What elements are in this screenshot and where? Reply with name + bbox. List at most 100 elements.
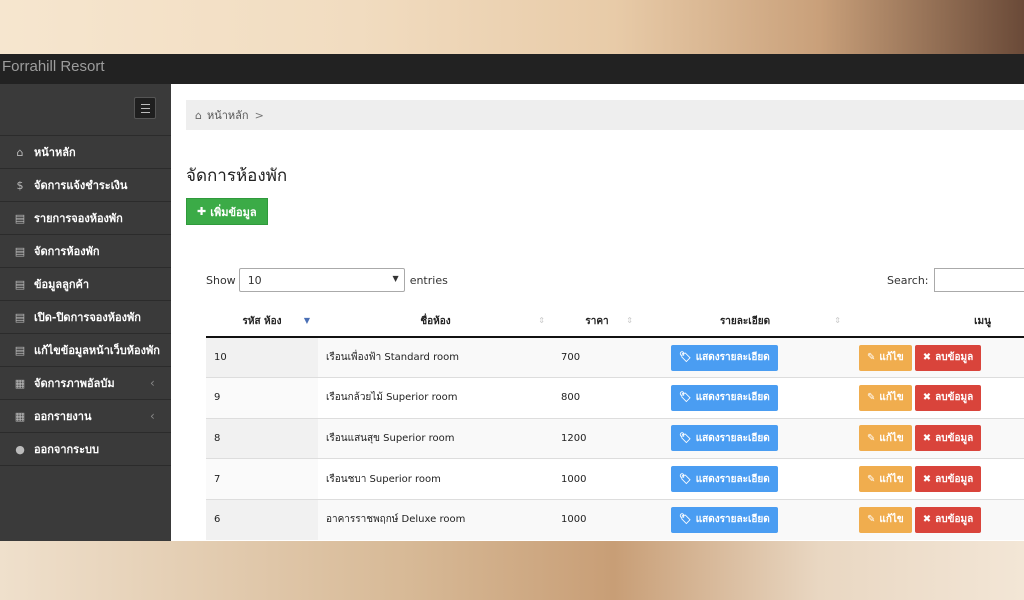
column-header-price[interactable]: ราคา ⇕ — [553, 307, 641, 338]
show-detail-button[interactable]: 🏷 แสดงรายละเอียด — [671, 384, 778, 411]
cell-menu: ✎ แก้ไข ✖ ลบข้อมูล — [849, 336, 1024, 378]
search-label: Search: — [887, 273, 929, 287]
close-icon: ✖ — [922, 352, 932, 364]
entries-select[interactable]: 10 ▼ — [238, 268, 405, 292]
entries-value: 10 — [247, 274, 262, 287]
edit-button[interactable]: ✎ แก้ไข — [859, 425, 912, 452]
sidebar-item-2[interactable]: $ จัดการแจ้งชำระเงิน — [0, 169, 171, 202]
show-detail-button[interactable]: 🏷 แสดงรายละเอียด — [671, 506, 778, 533]
sidebar-item-label: รายการจองห้องพัก — [34, 212, 123, 225]
cell-room-price: 1000 — [553, 458, 641, 500]
show-detail-label: แสดงรายละเอียด — [695, 514, 770, 526]
sidebar-item-label: ออกจากระบบ — [34, 443, 99, 456]
add-data-button[interactable]: ✚ เพิ่มข้อมูล — [186, 198, 268, 225]
close-icon: ✖ — [922, 432, 932, 444]
chevron-left-icon: ‹ — [150, 376, 155, 390]
delete-button[interactable]: ✖ ลบข้อมูล — [914, 506, 982, 533]
sidebar-item-4[interactable]: ▤ จัดการห้องพัก — [0, 235, 171, 268]
sort-icon: ⇕ — [538, 316, 545, 325]
cell-detail: 🏷 แสดงรายละเอียด — [641, 417, 849, 459]
cell-room-price: 800 — [553, 377, 641, 419]
caret-down-icon: ▼ — [392, 274, 399, 283]
sidebar-item-9[interactable]: ▦ ออกรายงาน ‹ — [0, 400, 171, 433]
cell-room-id: 10 — [206, 336, 318, 378]
book-icon: ▤ — [14, 310, 26, 324]
cell-room-id: 7 — [206, 458, 318, 500]
dollar-icon: $ — [16, 178, 24, 192]
sidebar-item-1[interactable]: ⌂ หน้าหลัก — [0, 136, 171, 169]
chevron-left-icon: ‹ — [150, 409, 155, 423]
sidebar-item-label: จัดการแจ้งชำระเงิน — [34, 179, 128, 192]
show-detail-label: แสดงรายละเอียด — [695, 392, 770, 404]
column-header-label: รายละเอียด — [719, 316, 771, 327]
table-row: 10 เรือนเพื่องฟ้า Standard room 700 🏷 แสดงรา… — [206, 336, 1024, 378]
show-detail-button[interactable]: 🏷 แสดงรายละเอียด — [671, 344, 778, 371]
background-bottom — [0, 541, 1024, 600]
menu-toggle-icon[interactable] — [134, 97, 156, 119]
sidebar-item-5[interactable]: ▤ ข้อมูลลูกค้า — [0, 268, 171, 301]
search-control: Search: — [887, 268, 1024, 292]
close-icon: ✖ — [922, 392, 932, 404]
show-detail-button[interactable]: 🏷 แสดงรายละเอียด — [671, 425, 778, 452]
book-icon: ▤ — [14, 244, 26, 258]
close-icon: ✖ — [922, 514, 932, 526]
edit-label: แก้ไข — [879, 514, 904, 526]
sidebar-item-10[interactable]: ● ออกจากระบบ — [0, 433, 171, 466]
close-icon: ✖ — [922, 473, 932, 485]
tag-icon: 🏷 — [679, 514, 692, 526]
app-brand[interactable]: Forrahill Resort — [2, 58, 105, 75]
top-navbar: Forrahill Resort — [0, 54, 1024, 84]
home-icon: ⌂ — [195, 108, 202, 122]
delete-label: ลบข้อมูล — [935, 514, 974, 526]
cell-room-price: 700 — [553, 336, 641, 378]
page-title: จัดการห้องพัก — [186, 166, 288, 186]
sidebar-item-3[interactable]: ▤ รายการจองห้องพัก — [0, 202, 171, 235]
column-header-detail[interactable]: รายละเอียด ⇕ — [641, 307, 849, 338]
table-row: 8 เรือนแสนสุข Superior room 1200 🏷 แสดงรายละ… — [206, 417, 1024, 459]
column-header-id[interactable]: รหัส ห้อง ▼ — [206, 307, 318, 338]
sidebar-item-6[interactable]: ▤ เปิด-ปิดการจองห้องพัก — [0, 301, 171, 334]
sidebar-item-7[interactable]: ▤ แก้ไขข้อมูลหน้าเว็บห้องพัก — [0, 334, 171, 367]
sidebar-item-label: แก้ไขข้อมูลหน้าเว็บห้องพัก — [34, 344, 160, 357]
app-window: Forrahill Resort ⌂ หน้าหลัก $ จัดการแจ้งชำร… — [0, 54, 1024, 541]
edit-button[interactable]: ✎ แก้ไข — [859, 384, 912, 411]
sidebar-header — [0, 84, 171, 136]
show-detail-button[interactable]: 🏷 แสดงรายละเอียด — [671, 466, 778, 493]
cell-menu: ✎ แก้ไข ✖ ลบข้อมูล — [849, 458, 1024, 500]
edit-icon: ✎ — [867, 352, 876, 364]
sidebar-item-label: จัดการภาพอัลบัม — [34, 377, 115, 390]
column-header-menu[interactable]: เมนู — [849, 307, 1024, 338]
delete-label: ลบข้อมูล — [935, 352, 974, 364]
edit-button[interactable]: ✎ แก้ไข — [859, 506, 912, 533]
cell-menu: ✎ แก้ไข ✖ ลบข้อมูล — [849, 417, 1024, 459]
breadcrumb-home-link[interactable]: หน้าหลัก — [207, 106, 249, 124]
cell-detail: 🏷 แสดงรายละเอียด — [641, 377, 849, 419]
cell-room-name: เรือนแสนสุข Superior room — [318, 417, 553, 459]
delete-button[interactable]: ✖ ลบข้อมูล — [914, 384, 982, 411]
user-icon: ● — [15, 442, 25, 456]
edit-label: แก้ไข — [879, 352, 904, 364]
delete-button[interactable]: ✖ ลบข้อมูล — [914, 425, 982, 452]
cell-room-name: เรือนชบา Superior room — [318, 458, 553, 500]
table-icon: ▦ — [14, 376, 26, 390]
cell-detail: 🏷 แสดงรายละเอียด — [641, 498, 849, 540]
cell-room-id: 8 — [206, 417, 318, 459]
delete-button[interactable]: ✖ ลบข้อมูล — [914, 466, 982, 493]
show-detail-label: แสดงรายละเอียด — [695, 352, 770, 364]
edit-icon: ✎ — [867, 432, 876, 444]
edit-button[interactable]: ✎ แก้ไข — [859, 466, 912, 493]
main-content: ⌂ หน้าหลัก > จัดการห้องพัก ✚ เพิ่มข้อมูล… — [171, 84, 1024, 541]
edit-button[interactable]: ✎ แก้ไข — [859, 344, 912, 371]
table-row: 9 เรือนกล้วยไม้ Superior room 800 🏷 แสดงรายล… — [206, 377, 1024, 419]
search-input[interactable] — [933, 268, 1024, 292]
column-header-name[interactable]: ชื่อห้อง ⇕ — [318, 307, 553, 338]
delete-button[interactable]: ✖ ลบข้อมูล — [914, 344, 982, 371]
table-header-row: รหัส ห้อง ▼ ชื่อห้อง ⇕ ราคา ⇕ รายละเอียด ⇕ เ… — [206, 307, 1024, 338]
sidebar-item-8[interactable]: ▦ จัดการภาพอัลบัม ‹ — [0, 367, 171, 400]
plus-icon: ✚ — [197, 205, 207, 218]
sidebar-item-label: หน้าหลัก — [34, 146, 76, 159]
book-icon: ▤ — [14, 277, 26, 291]
edit-icon: ✎ — [867, 392, 876, 404]
sidebar-item-label: ข้อมูลลูกค้า — [34, 278, 90, 291]
column-header-label: เมนู — [974, 316, 991, 327]
